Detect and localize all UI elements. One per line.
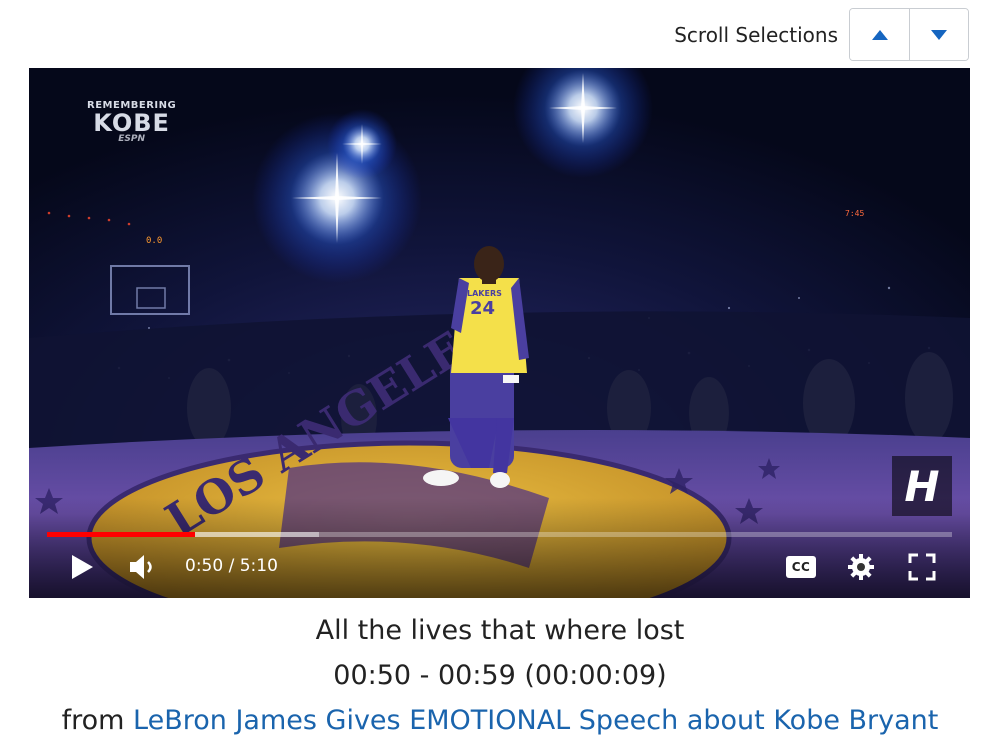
cc-icon: CC — [786, 556, 816, 578]
clip-title: All the lives that where lost — [315, 615, 685, 646]
svg-text:LAKERS: LAKERS — [467, 289, 502, 298]
video-player[interactable]: 0.0 7:45 LOS ANGELES 24 LAKERS REMEMBERI… — [29, 68, 970, 598]
source-prefix: from — [61, 705, 125, 736]
video-frame: 0.0 7:45 LOS ANGELES 24 LAKERS — [29, 68, 970, 598]
play-button[interactable] — [65, 550, 99, 584]
scoreboard-left: 0.0 — [146, 236, 162, 246]
channel-logo[interactable]: H — [892, 456, 952, 516]
source-video-link[interactable]: LeBron James Gives EMOTIONAL Speech abou… — [133, 705, 938, 736]
progress-played — [47, 532, 195, 537]
play-icon — [72, 555, 93, 579]
caret-down-icon — [931, 29, 947, 40]
scroll-up-button[interactable] — [850, 9, 909, 60]
time-display: 0:50 / 5:10 — [185, 556, 278, 576]
scroll-down-button[interactable] — [909, 9, 968, 60]
fullscreen-button[interactable] — [904, 550, 940, 584]
volume-icon — [130, 555, 152, 579]
espn-watermark: REMEMBERING KOBE ESPN — [87, 101, 176, 144]
scroll-selections-label: Scroll Selections — [674, 22, 838, 47]
fullscreen-icon — [908, 553, 936, 581]
clip-time-range: 00:50 - 00:59 (00:00:09) — [333, 660, 667, 691]
watermark-line3: ESPN — [118, 134, 145, 144]
clip-source: from LeBron James Gives EMOTIONAL Speech… — [0, 705, 1000, 736]
captions-button[interactable]: CC — [783, 551, 819, 583]
scoreboard-right: 7:45 — [845, 209, 864, 218]
scroll-selections-bar: Scroll Selections — [674, 8, 969, 61]
gear-icon — [848, 554, 874, 580]
scroll-buttons-group — [849, 8, 969, 61]
progress-bar[interactable] — [47, 532, 952, 537]
captions-label: CC — [791, 560, 811, 574]
caret-up-icon — [871, 29, 888, 40]
watermark-line2: KOBE — [93, 109, 170, 137]
settings-button[interactable] — [843, 550, 879, 584]
svg-text:24: 24 — [470, 298, 495, 319]
volume-button[interactable] — [125, 550, 159, 584]
